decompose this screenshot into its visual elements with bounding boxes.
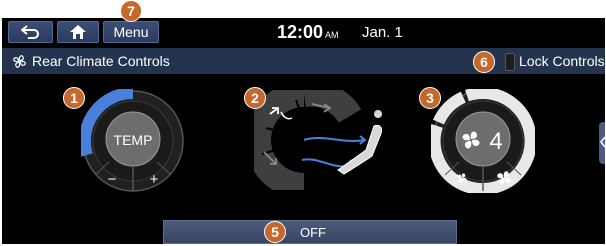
menu-label: Menu (113, 24, 149, 40)
callout-badge-6: 6 (473, 51, 495, 73)
off-label: OFF (300, 225, 326, 240)
fan-icon (13, 54, 26, 68)
temp-label: TEMP (114, 132, 153, 148)
clock: 12:00 AM (277, 22, 339, 43)
page-title-text: Rear Climate Controls (32, 53, 170, 69)
rear-climate-panel: Menu 12:00 AM Jan. 1 Rear Climate Control… (2, 18, 605, 244)
fan-speed-knob[interactable]: 4 (431, 89, 535, 193)
screen: Menu 12:00 AM Jan. 1 Rear Climate Control… (0, 0, 606, 246)
lock-controls-checkbox[interactable] (505, 53, 515, 71)
page-title: Rear Climate Controls (12, 48, 170, 74)
menu-button[interactable]: Menu (103, 21, 159, 43)
callout-badge-5: 5 (264, 221, 286, 243)
callout-badge-7: 7 (120, 0, 142, 22)
back-arrow-icon (20, 25, 39, 39)
chevron-left-icon (600, 136, 605, 148)
callout-badge-1: 1 (63, 87, 85, 109)
callout-badge-2: 2 (244, 87, 266, 109)
back-button[interactable] (8, 21, 53, 43)
clock-ampm: AM (325, 30, 339, 40)
side-panel-tab[interactable] (599, 122, 605, 164)
clock-time: 12:00 (277, 22, 324, 42)
temp-knob[interactable]: TEMP − + (81, 89, 185, 193)
temp-plus-button[interactable]: + (150, 171, 159, 188)
date: Jan. 1 (362, 24, 403, 41)
title-bar: Rear Climate Controls Lock Controls (2, 48, 605, 74)
home-icon (70, 25, 86, 39)
top-bar: Menu 12:00 AM Jan. 1 (2, 18, 605, 46)
off-button[interactable]: OFF (163, 220, 457, 244)
lock-controls-label[interactable]: Lock Controls (519, 48, 605, 74)
home-button[interactable] (57, 21, 99, 43)
callout-badge-3: 3 (419, 87, 441, 109)
airflow-mode-knob[interactable] (254, 90, 394, 190)
temp-minus-button[interactable]: − (108, 171, 117, 188)
fan-level: 4 (489, 128, 502, 155)
